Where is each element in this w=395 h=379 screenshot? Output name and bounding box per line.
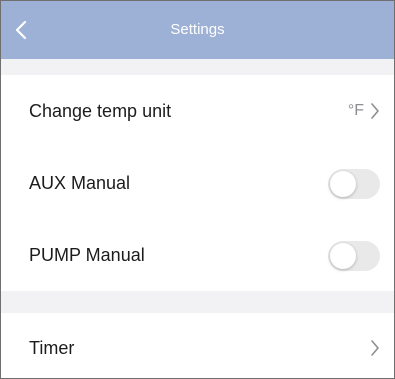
section-gap — [1, 59, 394, 75]
toggle-knob — [330, 171, 356, 197]
aux-manual-row: AUX Manual — [1, 147, 394, 219]
timer-row[interactable]: Timer — [1, 313, 394, 378]
temp-unit-value: °F — [347, 102, 364, 119]
change-temp-unit-label: Change temp unit — [29, 101, 172, 121]
aux-manual-toggle[interactable] — [328, 169, 380, 199]
pump-manual-row: PUMP Manual — [1, 219, 394, 291]
aux-manual-label: AUX Manual — [29, 173, 131, 193]
pump-manual-label: PUMP Manual — [29, 245, 145, 265]
chevron-right-icon — [371, 103, 379, 119]
page-title: Settings — [170, 21, 225, 38]
timer-label: Timer — [29, 338, 75, 358]
toggle-knob — [330, 243, 356, 269]
section-gap — [1, 291, 394, 313]
settings-screen: Settings Change temp unit °F AUX Manual … — [0, 0, 395, 379]
header-bar: Settings — [1, 1, 394, 59]
change-temp-unit-row[interactable]: Change temp unit °F — [1, 75, 394, 147]
chevron-right-icon — [371, 340, 379, 356]
pump-manual-toggle[interactable] — [328, 241, 380, 271]
